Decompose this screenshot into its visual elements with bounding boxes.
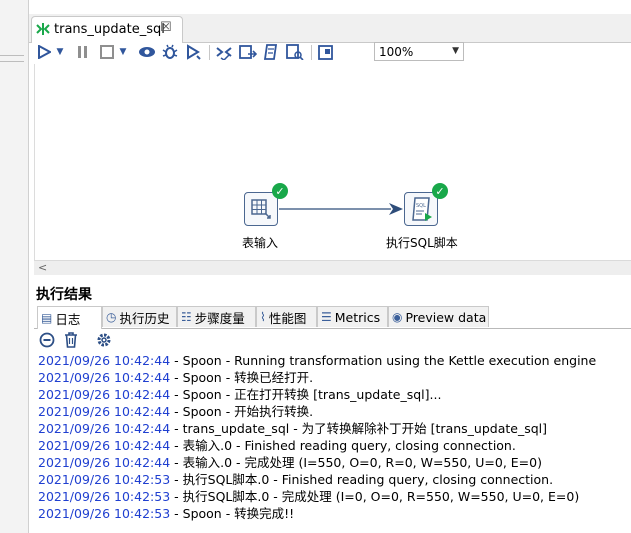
show-results-icon[interactable] [315,42,335,62]
close-tab-icon[interactable]: ☒ [160,20,172,35]
hop-arrow[interactable] [279,201,404,217]
scroll-left-icon[interactable]: < [38,261,47,274]
panel-line [0,55,24,56]
log-line: 2021/09/26 10:42:44 - Spoon - 正在打开转换 [tr… [38,386,631,403]
log-line: 2021/09/26 10:42:53 - 执行SQL脚本.0 - Finish… [38,471,631,488]
toolbar-separator [209,45,210,60]
toolbar-separator [311,45,312,60]
log-line: 2021/09/26 10:42:53 - Spoon - 转换完成!! [38,505,631,522]
log-timestamp: 2021/09/26 10:42:44 [38,421,171,436]
log-message: - Spoon - Running transformation using t… [170,353,597,368]
sql-script-icon: SQL [412,197,432,221]
debug-icon[interactable] [160,42,180,62]
history-icon: ◷ [106,310,117,324]
chevron-down-icon: ▼ [452,46,459,56]
log-message: - Spoon - 转换完成!! [170,506,295,521]
log-timestamp: 2021/09/26 10:42:53 [38,506,171,521]
editor-tab[interactable]: trans_update_sql ☒ [31,16,183,43]
log-icon: ▤ [41,311,53,325]
sql-icon[interactable] [261,42,283,62]
preview-data-icon: ◉ [392,310,403,324]
toolbar: ▼ ▼ 100% ▼ [29,42,631,63]
zoom-value: 100% [379,45,414,59]
log-message: - Spoon - 开始执行转换. [170,404,314,419]
log-line: 2021/09/26 10:42:44 - Spoon - 转换已经打开. [38,369,631,386]
log-message: - 表输入.0 - 完成处理 (I=550, O=0, R=0, W=550, … [170,455,542,470]
performance-graph-icon: ⌇ [260,310,266,324]
tab-metrics[interactable]: ☰ Metrics [317,306,388,327]
log-timestamp: 2021/09/26 10:42:53 [38,472,171,487]
tab-label: 日志 [55,311,81,327]
tab-step-metrics[interactable]: ☷ 步骤度量 [177,306,256,327]
tab-label: Metrics [334,309,381,325]
impact-icon[interactable] [237,42,259,62]
preview-icon[interactable] [137,42,157,62]
metrics-icon: ☰ [321,310,332,324]
log-message: - 执行SQL脚本.0 - 完成处理 (I=0, O=0, R=550, W=5… [170,489,580,504]
results-tab-bar: ▤ 日志 ◷ 执行历史 ☷ 步骤度量 ⌇ 性能图 ☰ Metrics ◉ Pre… [34,306,631,329]
log-message: - 执行SQL脚本.0 - Finished reading query, cl… [170,472,554,487]
tab-label: 性能图 [268,310,307,326]
panel-line [0,61,24,62]
log-timestamp: 2021/09/26 10:42:44 [38,438,171,453]
success-check-icon: ✓ [272,183,288,199]
table-input-icon [251,199,271,219]
run-icon[interactable] [35,42,53,62]
log-line: 2021/09/26 10:42:44 - Spoon - Running tr… [38,352,631,369]
tab-log[interactable]: ▤ 日志 [37,306,102,329]
log-line: 2021/09/26 10:42:44 - 表输入.0 - Finished r… [38,437,631,454]
log-timestamp: 2021/09/26 10:42:44 [38,353,171,368]
log-line: 2021/09/26 10:42:53 - 执行SQL脚本.0 - 完成处理 (… [38,488,631,505]
delete-log-icon[interactable] [62,331,80,349]
log-message: - trans_update_sql - 为了转换解除补丁开始 [trans_u… [170,421,548,436]
tab-preview-data[interactable]: ◉ Preview data [388,306,489,327]
log-message: - Spoon - 转换已经打开. [170,370,314,385]
log-text-area[interactable]: 2021/09/26 10:42:44 - Spoon - Running tr… [38,352,631,522]
stop-dropdown-icon[interactable]: ▼ [117,42,129,62]
run-dropdown-icon[interactable]: ▼ [54,42,66,62]
step-label: 表输入 [242,236,279,250]
step-table-input[interactable] [244,192,278,226]
transformation-canvas[interactable]: ✓ 表输入 SQL ✓ 执行SQL脚本 [34,64,631,260]
tab-label: Preview data [405,309,487,325]
step-metrics-icon: ☷ [181,310,192,324]
left-panel [0,0,29,533]
canvas-hscrollbar[interactable]: < [34,260,631,275]
log-timestamp: 2021/09/26 10:42:44 [38,404,171,419]
step-sql-script[interactable]: SQL [404,192,438,226]
gear-icon[interactable] [95,331,113,349]
editor-tab-title: trans_update_sql [54,22,165,37]
results-title: 执行结果 [36,287,92,303]
log-timestamp: 2021/09/26 10:42:53 [38,489,171,504]
verify-icon[interactable] [213,42,235,62]
log-line: 2021/09/26 10:42:44 - trans_update_sql -… [38,420,631,437]
explore-db-icon[interactable] [284,42,306,62]
zoom-select[interactable]: 100% ▼ [374,42,464,61]
log-timestamp: 2021/09/26 10:42:44 [38,387,171,402]
step-label: 执行SQL脚本 [386,236,458,250]
svg-text:SQL: SQL [416,203,426,209]
tab-history[interactable]: ◷ 执行历史 [102,306,177,327]
replay-icon[interactable] [183,42,203,62]
success-check-icon: ✓ [432,183,448,199]
tab-label: 执行历史 [119,310,170,326]
log-line: 2021/09/26 10:42:44 - 表输入.0 - 完成处理 (I=55… [38,454,631,471]
tab-label: 步骤度量 [194,310,245,326]
clear-log-icon[interactable] [38,331,56,349]
transformation-icon [36,23,50,35]
pause-icon[interactable] [75,42,91,62]
log-message: - Spoon - 正在打开转换 [trans_update_sql]... [170,387,442,402]
tab-performance-graph[interactable]: ⌇ 性能图 [256,306,317,327]
log-line: 2021/09/26 10:42:44 - Spoon - 开始执行转换. [38,403,631,420]
stop-icon[interactable] [99,42,115,62]
log-timestamp: 2021/09/26 10:42:44 [38,455,171,470]
log-timestamp: 2021/09/26 10:42:44 [38,370,171,385]
log-message: - 表输入.0 - Finished reading query, closin… [170,438,516,453]
